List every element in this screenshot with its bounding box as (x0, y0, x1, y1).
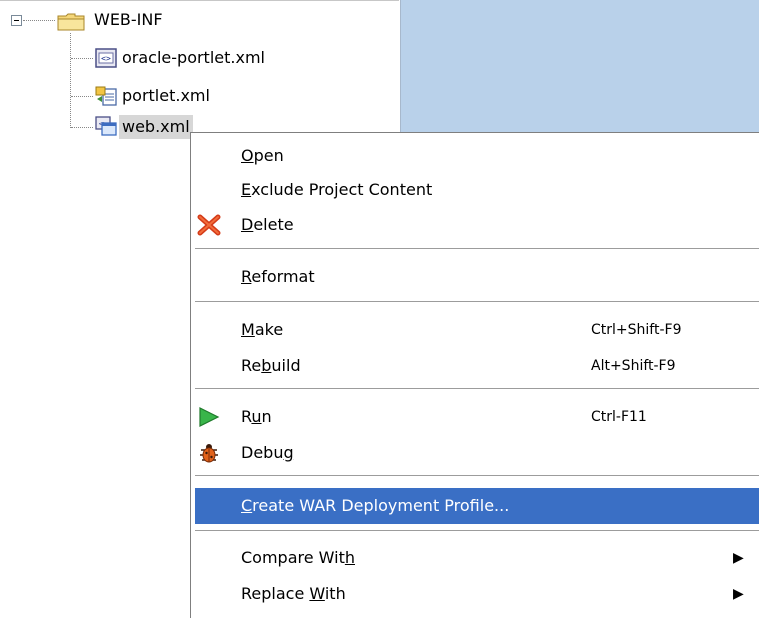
tree-node-web-inf[interactable]: WEB-INF (0, 8, 399, 32)
menu-item-label: Exclude Project Content (241, 180, 433, 199)
menu-item-debug[interactable]: Debug (191, 435, 759, 471)
submenu-arrow-icon: ▶ (733, 550, 744, 566)
tree-label: WEB-INF (94, 10, 163, 29)
tree-connector (71, 127, 93, 128)
menu-separator (195, 301, 759, 302)
menu-item-exclude-project-content[interactable]: Exclude Project Content (191, 172, 759, 208)
menu-item-label: Create WAR Deployment Profile... (241, 496, 510, 515)
run-play-icon (199, 407, 220, 427)
folder-icon (57, 13, 85, 31)
context-menu: Open Exclude Project Content Delete Refo… (190, 132, 759, 618)
ide-window: WEB-INF <> oracle-portlet.xml portlet.xm… (0, 0, 759, 619)
web-xml-icon: <> (95, 116, 117, 136)
menu-item-rebuild[interactable]: Rebuild Alt+Shift-F9 (191, 348, 759, 384)
collapse-toggle-icon[interactable] (11, 15, 22, 26)
portlet-xml-icon (95, 86, 117, 106)
menu-item-run[interactable]: Run Ctrl-F11 (191, 399, 759, 435)
tree-node-portlet-xml[interactable]: portlet.xml (0, 84, 399, 108)
menu-item-make[interactable]: Make Ctrl+Shift-F9 (191, 312, 759, 348)
tree-label: portlet.xml (122, 86, 210, 105)
svg-text:<>: <> (101, 54, 111, 63)
menu-item-label: Debug (241, 443, 294, 462)
menu-item-label: Compare With (241, 548, 355, 567)
menu-item-label: Make (241, 320, 284, 339)
shortcut-text: Ctrl-F11 (591, 409, 647, 425)
xml-file-icon: <> (95, 48, 117, 68)
menu-item-delete[interactable]: Delete (191, 207, 759, 243)
tree-node-oracle-portlet-xml[interactable]: <> oracle-portlet.xml (0, 46, 399, 70)
menu-item-label: Reformat (241, 267, 315, 286)
menu-item-create-war-deployment-profile[interactable]: Create WAR Deployment Profile... (195, 488, 759, 524)
tree-label: oracle-portlet.xml (122, 48, 265, 67)
menu-separator (195, 248, 759, 249)
menu-item-label: Open (241, 146, 284, 165)
tree-connector (71, 96, 93, 97)
menu-item-label: Delete (241, 215, 294, 234)
editor-pane (400, 0, 759, 140)
tree-connector (23, 20, 55, 21)
menu-separator (195, 530, 759, 531)
submenu-arrow-icon: ▶ (733, 586, 744, 602)
tree-label-selected: web.xml (119, 115, 193, 139)
menu-item-label: Rebuild (241, 356, 301, 375)
tree-connector (71, 58, 93, 59)
menu-item-replace-with[interactable]: Replace With ▶ (191, 576, 759, 612)
menu-item-label: Replace With (241, 584, 346, 603)
menu-separator (195, 388, 759, 389)
shortcut-text: Alt+Shift-F9 (591, 358, 676, 374)
menu-item-compare-with[interactable]: Compare With ▶ (191, 540, 759, 576)
shortcut-text: Ctrl+Shift-F9 (591, 322, 682, 338)
menu-item-label: Run (241, 407, 272, 426)
menu-separator (195, 475, 759, 476)
menu-item-reformat[interactable]: Reformat (191, 259, 759, 295)
menu-item-open[interactable]: Open (191, 138, 759, 174)
debug-bug-icon (200, 444, 218, 463)
delete-x-icon (197, 214, 221, 236)
